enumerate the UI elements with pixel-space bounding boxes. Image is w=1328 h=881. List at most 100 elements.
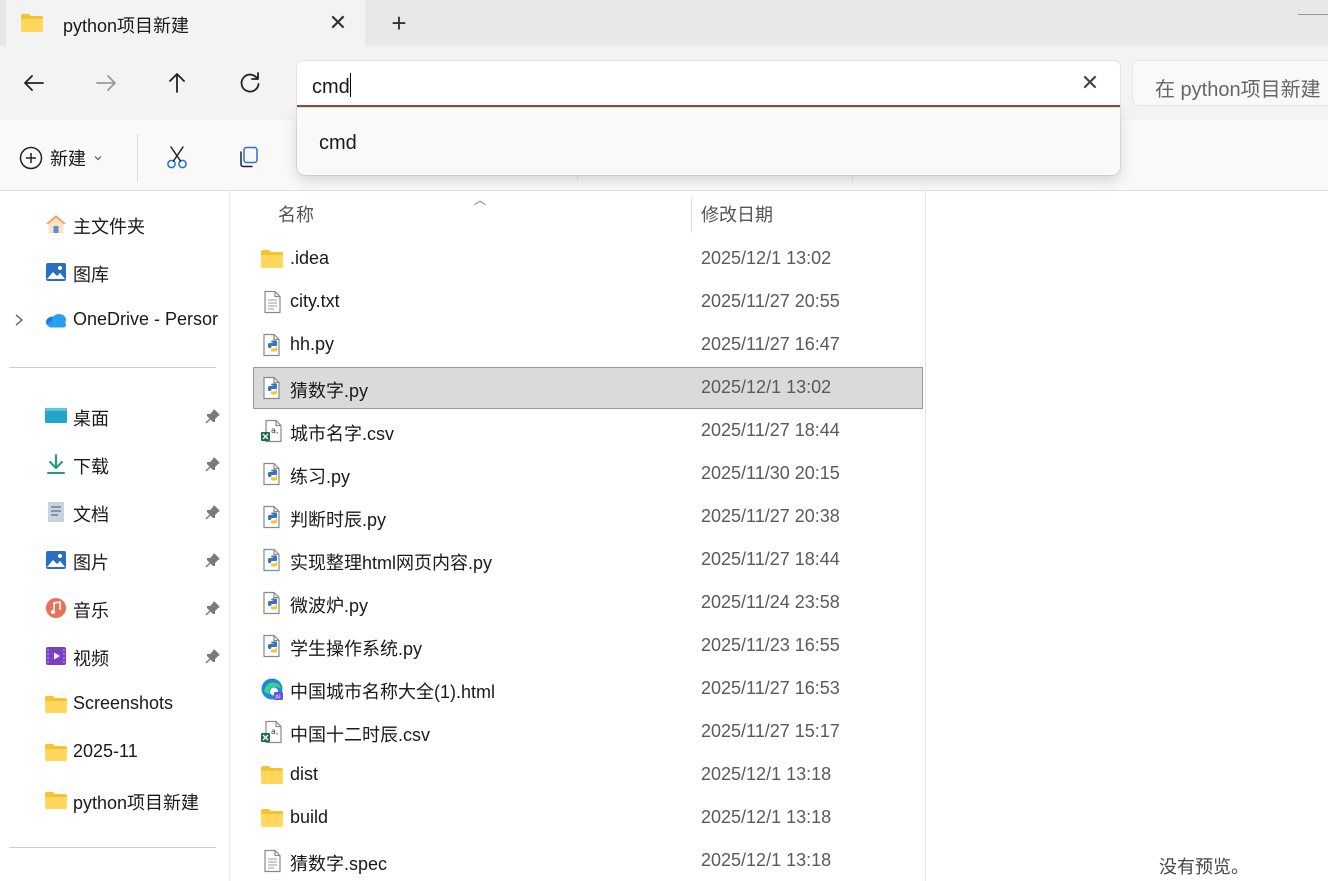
file-name: 城市名字.csv: [290, 424, 395, 444]
sidebar-item-label: python项目新建: [73, 793, 200, 813]
tab-title: python项目新建: [63, 16, 190, 36]
python-file-icon: [263, 333, 280, 357]
file-modified-date: 2025/11/24 23:58: [701, 592, 840, 612]
file-row[interactable]: hh.py 2025/11/27 16:47: [254, 325, 922, 365]
column-header-modified[interactable]: 修改日期: [701, 201, 773, 227]
sidebar-item-home[interactable]: 主文件夹: [0, 204, 229, 244]
sidebar-item-gallery[interactable]: 图库: [0, 252, 229, 292]
file-row[interactable]: city.txt 2025/11/27 20:55: [254, 282, 922, 322]
file-list: ︿ 名称 修改日期 .idea 2025/12/1 13:02 city.txt 20…: [230, 191, 924, 881]
command-separator: [137, 134, 138, 182]
pin-icon[interactable]: [205, 504, 221, 520]
file-row[interactable]: a, 城市名字.csv 2025/11/27 18:44: [254, 411, 922, 451]
file-modified-date: 2025/11/30 20:15: [701, 463, 840, 483]
csv-file-icon: a,: [261, 419, 282, 443]
sidebar-item-onedrive[interactable]: OneDrive - Persor: [0, 300, 229, 340]
pin-icon[interactable]: [205, 408, 221, 424]
gallery-icon: [46, 263, 66, 281]
up-button[interactable]: [160, 66, 194, 100]
file-row[interactable]: 判断时辰.py 2025/11/27 20:38: [254, 497, 922, 537]
folder-icon: [45, 744, 67, 761]
file-row[interactable]: 学生操作系统.py 2025/11/23 16:55: [254, 626, 922, 666]
preview-message: 没有预览。: [1159, 857, 1249, 877]
file-modified-date: 2025/12/1 13:02: [701, 248, 832, 268]
navigation-pane: 主文件夹 图库 OneDrive - Persor 桌面 下载 文档 图片 音乐…: [0, 191, 230, 881]
sidebar-item-label: 音乐: [73, 601, 109, 621]
file-modified-date: 2025/11/27 20:38: [701, 506, 840, 526]
desktop-icon: [45, 408, 67, 423]
svg-text:AI: AI: [275, 695, 281, 701]
csv-file-icon: a,: [261, 720, 282, 744]
pin-icon[interactable]: [205, 552, 221, 568]
clear-icon[interactable]: ✕: [1076, 69, 1104, 97]
file-row[interactable]: 实现整理html网页内容.py 2025/11/27 18:44: [254, 540, 922, 580]
text-file-icon: [264, 849, 281, 873]
file-modified-date: 2025/12/1 13:02: [701, 377, 832, 397]
file-modified-date: 2025/11/27 20:55: [701, 291, 840, 311]
folder-icon: [21, 14, 43, 32]
file-modified-date: 2025/12/1 13:18: [701, 807, 832, 827]
window-minimize-edge[interactable]: [1298, 0, 1328, 15]
sidebar-item-screenshots[interactable]: Screenshots: [0, 684, 229, 724]
column-resize-handle[interactable]: [691, 197, 692, 233]
python-file-icon: [263, 548, 280, 572]
sidebar-divider: [9, 847, 216, 848]
pictures-icon: [46, 551, 66, 569]
file-name: 判断时辰.py: [290, 510, 387, 530]
file-name: 学生操作系统.py: [290, 639, 423, 659]
sidebar-item-python-project[interactable]: python项目新建: [0, 780, 229, 820]
sidebar-divider: [9, 367, 216, 368]
sidebar-item-music[interactable]: 音乐: [0, 588, 229, 628]
sidebar-item-documents[interactable]: 文档: [0, 492, 229, 532]
sidebar-item-2025-11[interactable]: 2025-11: [0, 732, 229, 772]
new-button[interactable]: 新建: [18, 145, 104, 171]
file-row[interactable]: dist 2025/12/1 13:18: [254, 755, 922, 795]
chevron-right-icon[interactable]: [12, 312, 26, 328]
sidebar-item-pictures[interactable]: 图片: [0, 540, 229, 580]
sidebar-item-label: 图库: [73, 265, 109, 285]
new-tab-button[interactable]: +: [385, 9, 413, 37]
file-modified-date: 2025/12/1 13:18: [701, 764, 832, 784]
file-row[interactable]: a, 中国十二时辰.csv 2025/11/27 15:17: [254, 712, 922, 752]
folder-icon: [261, 766, 283, 784]
file-row[interactable]: 微波炉.py 2025/11/24 23:58: [254, 583, 922, 623]
file-row[interactable]: .idea 2025/12/1 13:02: [254, 239, 922, 279]
file-name: 中国十二时辰.csv: [290, 725, 431, 745]
search-input[interactable]: 在 python项目新建: [1133, 61, 1328, 105]
file-row[interactable]: AI 中国城市名称大全(1).html 2025/11/27 16:53: [254, 669, 922, 709]
suggestion-item[interactable]: cmd: [319, 132, 357, 155]
address-suggestions: cmd: [297, 108, 1120, 175]
python-file-icon: [263, 462, 280, 486]
python-file-icon: [263, 634, 280, 658]
refresh-button[interactable]: [233, 66, 267, 100]
back-button[interactable]: [17, 66, 51, 100]
pin-icon[interactable]: [205, 456, 221, 472]
arrow-up-icon: [169, 73, 185, 93]
sidebar-item-videos[interactable]: 视频: [0, 636, 229, 676]
forward-button[interactable]: [89, 66, 123, 100]
python-file-icon: [263, 505, 280, 529]
sidebar-item-label: 2025-11: [73, 741, 138, 761]
column-header-name[interactable]: 名称: [278, 201, 314, 227]
sidebar-item-downloads[interactable]: 下载: [0, 444, 229, 484]
address-input[interactable]: cmd ✕: [297, 61, 1120, 108]
file-name: build: [290, 807, 329, 827]
home-icon: [46, 215, 66, 233]
file-row[interactable]: 猜数字.spec 2025/12/1 13:18: [254, 841, 922, 881]
copy-icon[interactable]: [236, 144, 262, 170]
sidebar-item-label: 视频: [73, 649, 109, 669]
edge-html-icon: AI: [261, 678, 283, 701]
close-icon[interactable]: ✕: [324, 9, 352, 37]
cut-icon[interactable]: [164, 144, 190, 170]
file-row[interactable]: 练习.py 2025/11/30 20:15: [254, 454, 922, 494]
file-name: 实现整理html网页内容.py: [290, 553, 493, 573]
tab-python-project[interactable]: python项目新建 ✕: [6, 0, 365, 46]
text-file-icon: [264, 290, 281, 314]
arrow-left-icon: [24, 75, 44, 91]
file-row[interactable]: build 2025/12/1 13:18: [254, 798, 922, 838]
pin-icon[interactable]: [205, 600, 221, 616]
file-row[interactable]: 猜数字.py 2025/12/1 13:02: [253, 367, 923, 409]
pin-icon[interactable]: [205, 648, 221, 664]
sidebar-item-desktop[interactable]: 桌面: [0, 396, 229, 436]
file-modified-date: 2025/11/23 16:55: [701, 635, 840, 655]
